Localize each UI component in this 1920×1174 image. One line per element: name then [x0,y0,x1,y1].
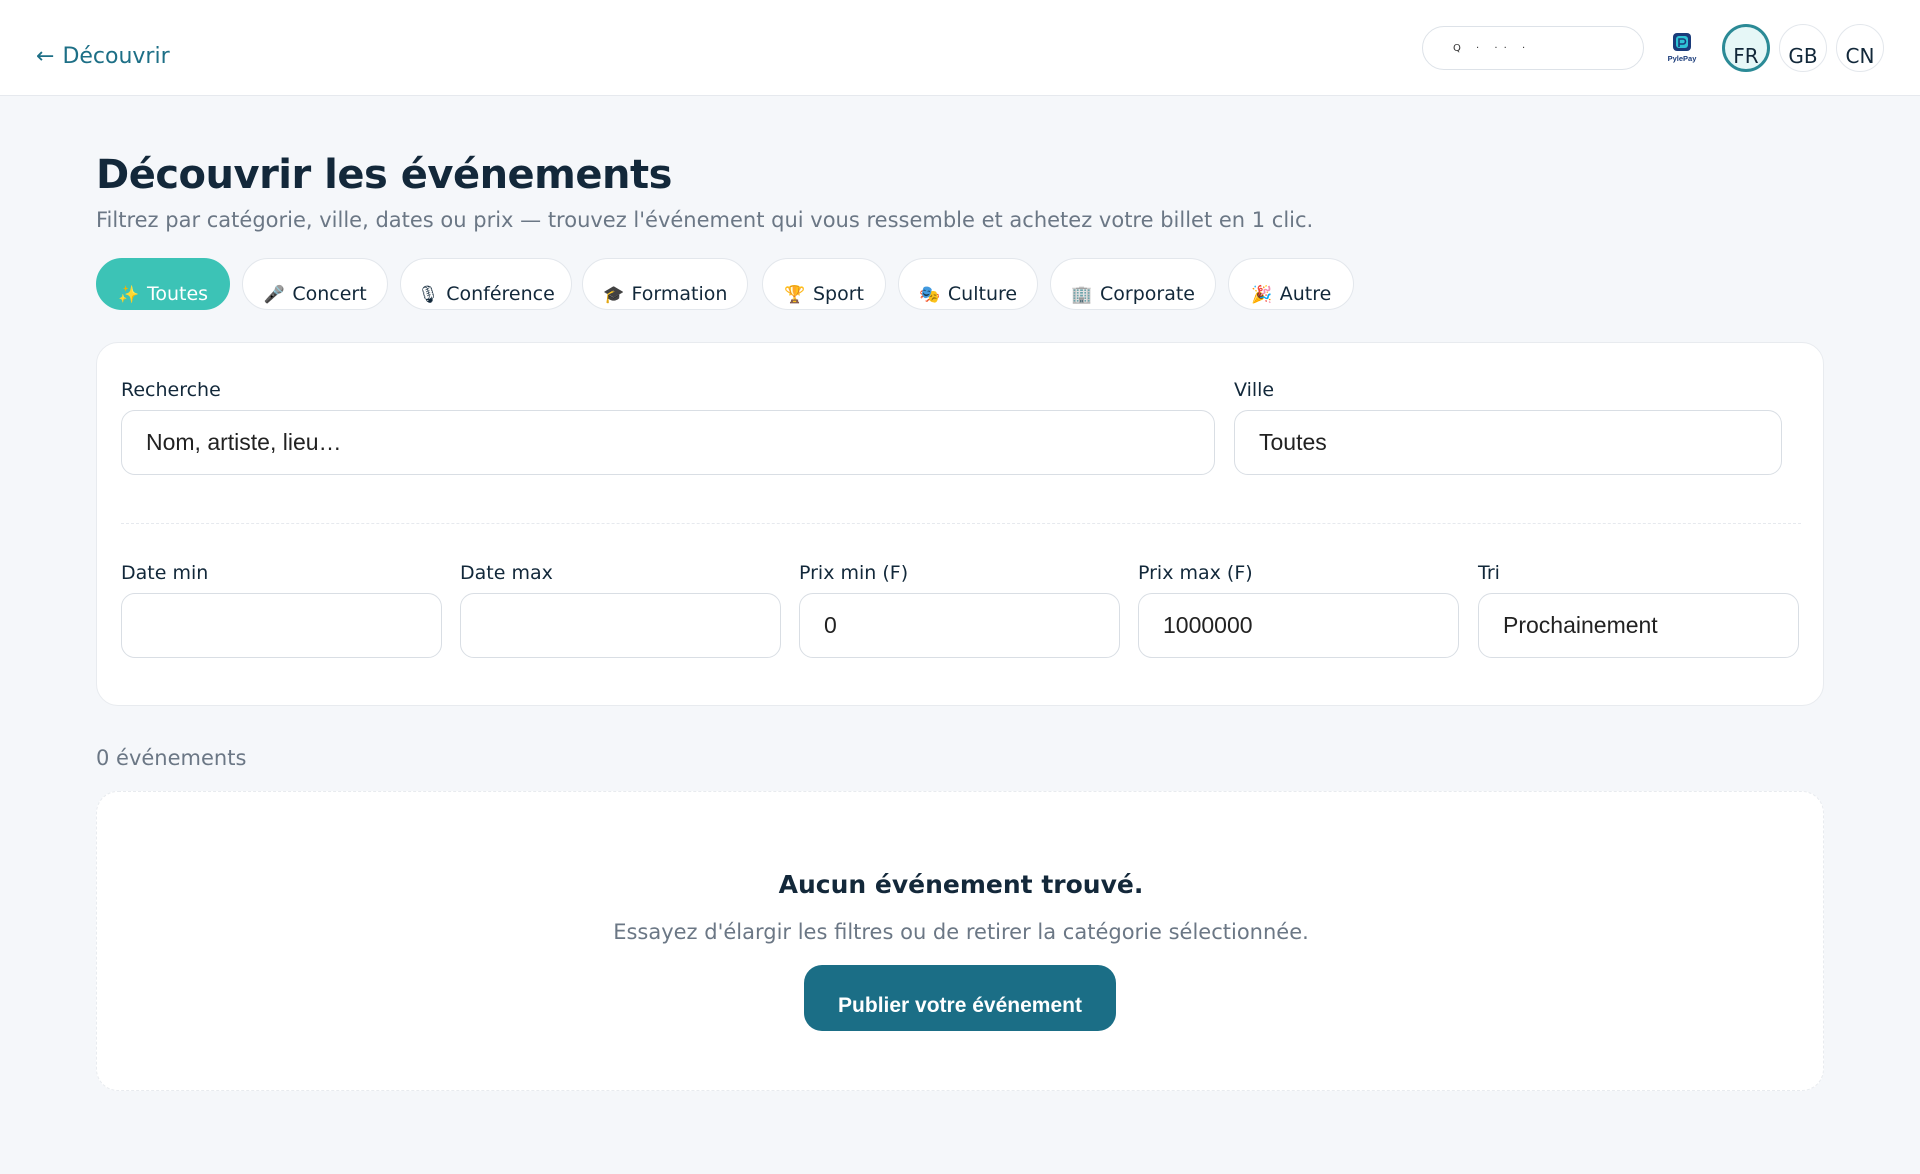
pylepay-logo[interactable]: PylePay [1662,32,1702,66]
header-search-text: Q · ·· · [1453,43,1532,54]
category-chip-autre[interactable]: 🎉 Autre [1228,258,1354,310]
city-select[interactable]: Toutes [1234,410,1782,475]
party-popper-icon: 🎉 [1251,285,1273,305]
filter-panel: Recherche Nom, artiste, lieu… Ville Tout… [96,342,1824,706]
category-chip-sport[interactable]: 🏆 Sport [762,258,886,310]
category-chip-label: Corporate [1100,283,1195,305]
category-chip-label: Conférence [446,283,555,305]
date-max-input[interactable] [460,593,781,658]
arrow-left-icon: ← [36,44,55,69]
office-building-icon: 🏢 [1071,285,1093,305]
category-chip-toutes[interactable]: ✨ Toutes [96,258,230,310]
category-chip-culture[interactable]: 🎭 Culture [898,258,1038,310]
category-chip-formation[interactable]: 🎓 Formation [582,258,748,310]
search-input[interactable]: Nom, artiste, lieu… [121,410,1215,475]
results-count: 0 événements [96,746,247,770]
header-search-input[interactable]: Q · ·· · [1422,26,1644,70]
category-chip-label: Concert [292,283,367,305]
graduation-cap-icon: 🎓 [602,285,625,305]
lang-button-cn[interactable]: CN [1836,24,1884,72]
back-link[interactable]: ← Découvrir [36,44,170,69]
studio-mic-icon: 🎙 [417,285,439,305]
date-min-label: Date min [121,562,209,584]
microphone-icon: 🎤 [263,285,285,305]
top-bar: ← Découvrir Q · ·· · PylePay FR GB CN [0,0,1920,96]
theater-masks-icon: 🎭 [919,285,941,305]
search-label: Recherche [121,379,221,401]
price-min-label: Prix min (F) [799,562,909,584]
category-chip-conference[interactable]: 🎙 Conférence [400,258,572,310]
pylepay-logo-text: PylePay [1668,54,1698,63]
back-link-label: Découvrir [62,44,170,69]
sort-label: Tri [1478,562,1500,584]
city-label: Ville [1234,379,1275,401]
empty-state-card: Aucun événement trouvé. Essayez d'élargi… [96,791,1824,1091]
date-max-label: Date max [460,562,553,584]
category-chip-label: Sport [812,283,864,305]
category-chip-label: Culture [947,283,1018,305]
lang-button-fr[interactable]: FR [1722,24,1770,72]
category-chip-concert[interactable]: 🎤 Concert [242,258,388,310]
category-chip-corporate[interactable]: 🏢 Corporate [1050,258,1216,310]
price-min-input[interactable]: 0 [799,593,1120,658]
publish-event-button[interactable]: Publier votre événement [804,965,1116,1031]
price-max-input[interactable]: 1000000 [1138,593,1459,658]
price-max-label: Prix max (F) [1138,562,1253,584]
category-chip-label: Autre [1279,283,1332,305]
trophy-icon: 🏆 [784,285,806,305]
lang-button-gb[interactable]: GB [1779,24,1827,72]
sparkles-icon: ✨ [118,285,140,305]
filter-divider [121,523,1801,524]
empty-state-text: Essayez d'élargir les filtres ou de reti… [613,920,1309,944]
page-title: Découvrir les événements [96,152,672,198]
category-chip-label: Toutes [146,283,209,305]
date-min-input[interactable] [121,593,442,658]
page-subtitle: Filtrez par catégorie, ville, dates ou p… [96,208,1314,232]
sort-select[interactable]: Prochainement [1478,593,1799,658]
category-chip-label: Formation [631,283,728,305]
empty-state-title: Aucun événement trouvé. [778,870,1144,899]
